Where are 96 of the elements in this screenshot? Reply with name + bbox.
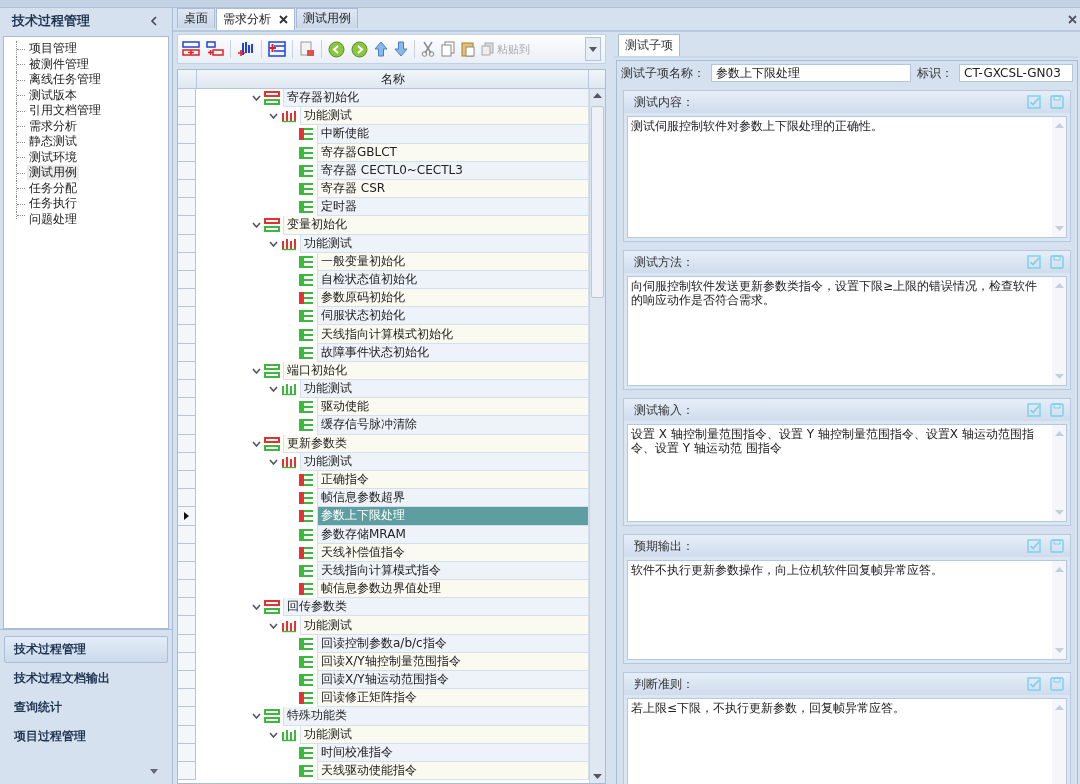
- save-icon[interactable]: [1050, 255, 1064, 269]
- module-item[interactable]: 测试环境: [27, 149, 79, 165]
- tree-node[interactable]: 功能测试: [300, 380, 590, 399]
- list-icon[interactable]: [268, 41, 286, 57]
- tab[interactable]: 测试子项: [618, 34, 680, 56]
- tree-node[interactable]: 功能测试: [300, 107, 590, 126]
- tree-node[interactable]: 参数原码初始化: [317, 289, 590, 308]
- close-icon[interactable]: [1068, 15, 1077, 24]
- module-item[interactable]: 离线任务管理: [27, 72, 103, 88]
- toolbar-menu-button[interactable]: [585, 37, 602, 61]
- tree-node[interactable]: 回读X/Y轴运动范围指令: [317, 671, 590, 690]
- check-icon[interactable]: [1027, 539, 1041, 553]
- section-title: 测试输入：: [634, 401, 695, 419]
- paste-icon[interactable]: [461, 41, 475, 57]
- collapse-icon[interactable]: [150, 16, 158, 26]
- expand-toggle-icon[interactable]: [252, 95, 261, 102]
- expand-toggle-icon[interactable]: [269, 458, 278, 465]
- caret-icon: [589, 46, 598, 52]
- scrollbar[interactable]: [589, 89, 606, 783]
- expand-toggle-icon[interactable]: [252, 713, 261, 720]
- copy-icon[interactable]: [441, 41, 455, 57]
- section-title: 预期输出：: [634, 537, 695, 555]
- module-item[interactable]: 需求分析: [27, 118, 79, 134]
- tree-node[interactable]: 特殊功能类: [283, 707, 590, 726]
- tree-node[interactable]: 帧信息参数超界: [317, 489, 590, 508]
- expand-toggle-icon[interactable]: [252, 440, 261, 447]
- module-item[interactable]: 静态测试: [27, 134, 79, 150]
- id-field[interactable]: CT-GXCSL-GN03: [959, 64, 1073, 82]
- tree-node[interactable]: 寄存器初始化: [283, 89, 590, 108]
- module-item[interactable]: 任务分配: [27, 180, 79, 196]
- tree-node[interactable]: 回传参数类: [283, 598, 590, 617]
- tree-node[interactable]: 变量初始化: [283, 216, 590, 235]
- bar-chart-icon[interactable]: [237, 41, 255, 57]
- expand-toggle-icon[interactable]: [252, 367, 261, 374]
- module-item[interactable]: 测试版本: [27, 87, 79, 103]
- insert-child-icon[interactable]: [206, 41, 224, 57]
- save-icon[interactable]: [1050, 95, 1064, 109]
- field-label: 标识：: [917, 64, 953, 82]
- copy-icon: [481, 42, 495, 56]
- tree-node[interactable]: 定时器: [317, 198, 590, 217]
- tree-node[interactable]: 中断使能: [317, 125, 590, 144]
- module-item[interactable]: 项目管理: [27, 41, 79, 57]
- tab[interactable]: 测试用例: [296, 8, 358, 28]
- tab[interactable]: 桌面: [177, 8, 215, 28]
- current-row-icon: [184, 511, 189, 520]
- down-arrow-icon[interactable]: [394, 41, 408, 57]
- row-indicator[interactable]: [178, 507, 196, 526]
- tree-node[interactable]: 回读修正矩阵指令: [317, 689, 590, 708]
- expand-toggle-icon[interactable]: [269, 386, 278, 393]
- section-title: 测试内容：: [634, 93, 695, 111]
- save-icon[interactable]: [1050, 539, 1064, 553]
- expand-toggle-icon[interactable]: [269, 731, 278, 738]
- cut-icon[interactable]: [421, 41, 435, 57]
- up-arrow-icon[interactable]: [374, 41, 388, 57]
- expand-toggle-icon[interactable]: [269, 622, 278, 629]
- delete-document-icon[interactable]: [299, 41, 315, 57]
- save-icon[interactable]: [1050, 677, 1064, 691]
- check-icon[interactable]: [1027, 403, 1041, 417]
- tree-node[interactable]: 缓存信号脉冲清除: [317, 416, 590, 435]
- check-icon[interactable]: [1027, 255, 1041, 269]
- tree-node[interactable]: 天线指向计算模式初始化: [317, 325, 590, 344]
- expand-toggle-icon[interactable]: [252, 222, 261, 229]
- expand-toggle-icon[interactable]: [252, 604, 261, 611]
- check-icon[interactable]: [1027, 677, 1041, 691]
- check-icon[interactable]: [1027, 95, 1041, 109]
- tab[interactable]: 需求分析: [216, 8, 295, 30]
- panel-title: 技术过程管理: [12, 12, 90, 30]
- expand-toggle-icon[interactable]: [269, 113, 278, 120]
- save-icon[interactable]: [1050, 403, 1064, 417]
- more-icon[interactable]: [150, 769, 158, 774]
- scroll-thumb[interactable]: [591, 106, 605, 298]
- module-item[interactable]: 测试用例: [27, 165, 79, 181]
- tree-node[interactable]: 更新参数类: [283, 434, 590, 453]
- tree-node[interactable]: 驱动使能: [317, 398, 590, 417]
- section-title: 判断准则：: [634, 675, 695, 693]
- insert-row-icon[interactable]: [182, 41, 200, 57]
- expand-toggle-icon[interactable]: [269, 240, 278, 247]
- module-item[interactable]: 问题处理: [27, 211, 79, 227]
- module-item[interactable]: 任务执行: [27, 196, 79, 212]
- scroll-down-icon[interactable]: [593, 774, 603, 779]
- tree-node[interactable]: 功能测试: [300, 616, 590, 635]
- nav-button[interactable]: 技术过程文档输出: [4, 665, 168, 692]
- module-item[interactable]: 被测件管理: [27, 56, 91, 72]
- scrollbar[interactable]: [1052, 699, 1066, 784]
- tree-node[interactable]: 伺服状态初始化: [317, 307, 590, 326]
- nav-button[interactable]: 项目过程管理: [4, 723, 168, 750]
- module-item[interactable]: 引用文档管理: [27, 103, 103, 119]
- close-icon[interactable]: [279, 15, 288, 24]
- tree-node[interactable]: 端口初始化: [283, 361, 590, 380]
- scroll-up-icon[interactable]: [593, 93, 603, 98]
- nav-button[interactable]: 查询统计: [4, 694, 168, 721]
- nav-button[interactable]: 技术过程管理: [4, 636, 168, 663]
- name-field[interactable]: 参数上下限处理: [711, 64, 911, 82]
- section-title: 测试方法：: [634, 253, 695, 271]
- tree-node[interactable]: 帧信息参数边界值处理: [317, 580, 590, 599]
- field-label: 测试子项名称：: [621, 64, 705, 82]
